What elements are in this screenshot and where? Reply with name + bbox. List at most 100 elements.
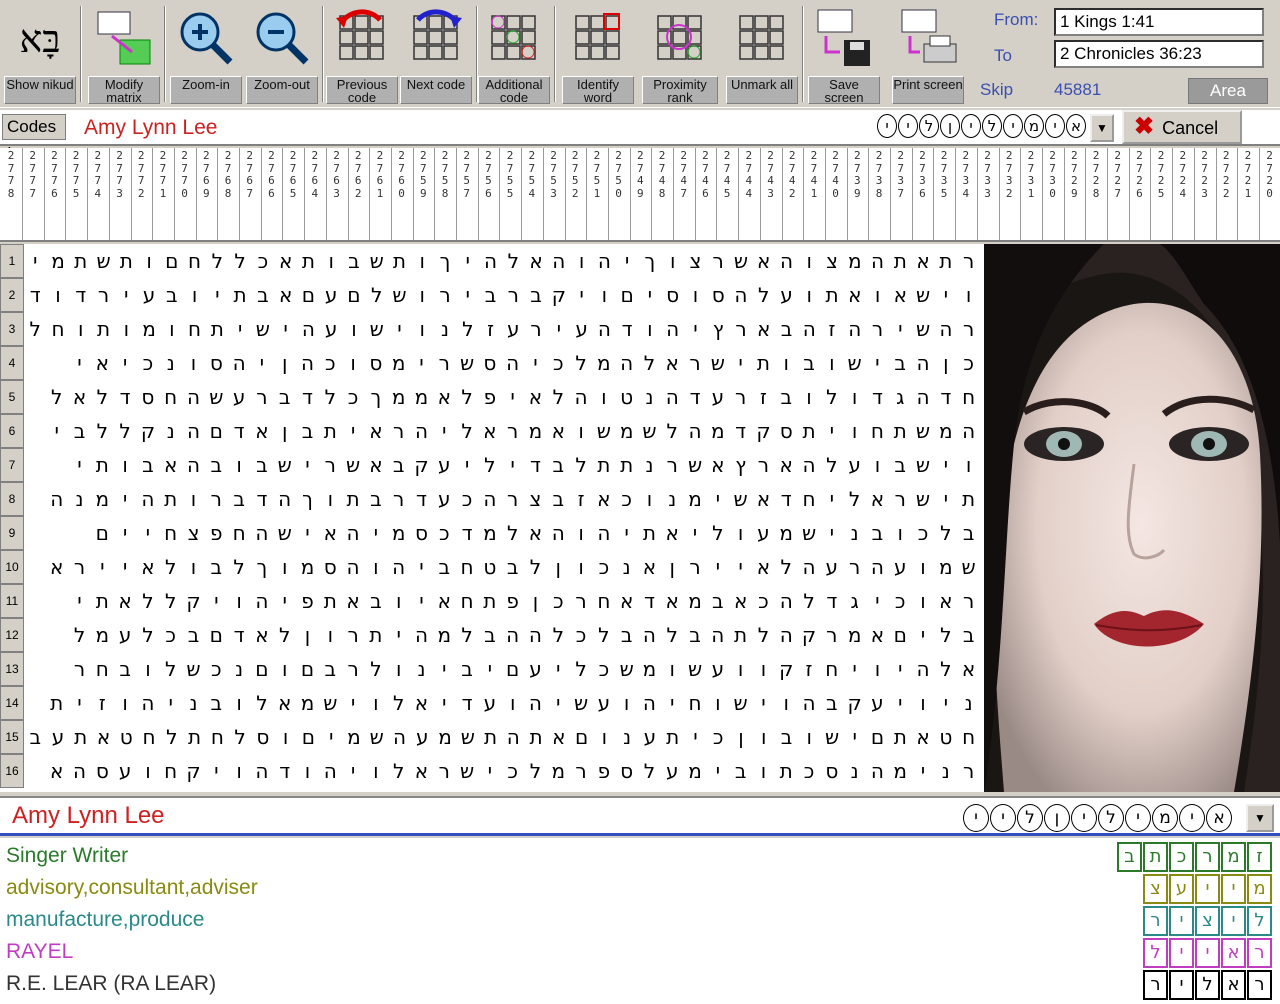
matrix-letter[interactable]: ש	[615, 652, 638, 686]
matrix-letter[interactable]: ה	[137, 686, 160, 720]
to-field[interactable]: 2 Chronicles 36:23	[1054, 40, 1264, 68]
matrix-letter[interactable]: ת	[342, 482, 365, 516]
matrix-letter[interactable]: ם	[297, 720, 320, 754]
matrix-letter[interactable]: ב	[433, 550, 456, 584]
matrix-letter[interactable]: ש	[821, 720, 844, 754]
matrix-letter[interactable]: א	[45, 550, 68, 584]
save-screen-button[interactable]: Save screen	[808, 4, 880, 104]
matrix-letter[interactable]: ש	[638, 414, 661, 448]
matrix-letter[interactable]: ת	[615, 448, 638, 482]
matrix-letter[interactable]: ח	[159, 516, 182, 550]
matrix-letter[interactable]: ל	[365, 278, 388, 312]
matrix-letter[interactable]: י	[889, 686, 912, 720]
matrix-letter[interactable]: ם	[91, 516, 114, 550]
matrix-letter[interactable]: י	[661, 686, 684, 720]
matrix-letter[interactable]: ל	[661, 414, 684, 448]
matrix-letter[interactable]: י	[547, 686, 570, 720]
matrix-letter[interactable]: ט	[115, 720, 138, 754]
matrix-letter[interactable]: ד	[114, 380, 137, 414]
matrix-letter[interactable]: ד	[729, 414, 752, 448]
matrix-letter[interactable]: א	[524, 516, 547, 550]
matrix-letter[interactable]: ה	[524, 618, 547, 652]
matrix-letter[interactable]: ו	[228, 686, 251, 720]
matrix-letter[interactable]: ה	[182, 448, 205, 482]
matrix-letter[interactable]: י	[342, 414, 365, 448]
matrix-letter[interactable]: ד	[228, 618, 251, 652]
matrix-letter[interactable]: י	[616, 244, 639, 278]
matrix-letter[interactable]: ה	[388, 720, 411, 754]
matrix-letter[interactable]: א	[752, 312, 775, 346]
matrix-letter[interactable]: ו	[411, 312, 434, 346]
matrix-letter[interactable]: ת	[206, 312, 229, 346]
matrix-letter[interactable]: א	[274, 278, 297, 312]
matrix-letter[interactable]: נ	[182, 686, 205, 720]
matrix-letter[interactable]: ש	[912, 278, 935, 312]
matrix-letter[interactable]: ב	[820, 686, 843, 720]
matrix-letter[interactable]: ע	[843, 448, 866, 482]
matrix-letter[interactable]: ע	[866, 686, 889, 720]
matrix-letter[interactable]: ע	[752, 516, 775, 550]
matrix-letter[interactable]: ה	[798, 448, 821, 482]
matrix-letter[interactable]: כ	[547, 346, 570, 380]
matrix-letter[interactable]: מ	[138, 312, 161, 346]
matrix-letter[interactable]: א	[866, 618, 889, 652]
matrix-letter[interactable]: ד	[616, 312, 639, 346]
matrix-letter[interactable]: י	[251, 346, 274, 380]
matrix-letter[interactable]: ח	[183, 244, 206, 278]
matrix-letter[interactable]: ן	[273, 346, 296, 380]
matrix-letter[interactable]: י	[68, 448, 91, 482]
matrix-letter[interactable]: י	[501, 448, 524, 482]
matrix-letter[interactable]: ס	[364, 346, 387, 380]
matrix-letter[interactable]: י	[114, 482, 137, 516]
matrix-letter[interactable]: ב	[137, 448, 160, 482]
matrix-letter[interactable]: ב	[547, 482, 570, 516]
matrix-letter[interactable]: ו	[843, 414, 866, 448]
matrix-letter[interactable]: ר	[752, 448, 775, 482]
matrix-letter[interactable]: י	[68, 686, 91, 720]
matrix-letter[interactable]: ע	[433, 482, 456, 516]
matrix-letter[interactable]: ד	[934, 380, 957, 414]
matrix-letter[interactable]: ב	[251, 448, 274, 482]
matrix-letter[interactable]: ם	[570, 720, 593, 754]
matrix-letter[interactable]: י	[934, 448, 957, 482]
matrix-letter[interactable]: כ	[205, 652, 228, 686]
matrix-letter[interactable]: ם	[866, 720, 889, 754]
matrix-letter[interactable]: ל	[570, 448, 593, 482]
matrix-letter[interactable]: א	[638, 550, 661, 584]
matrix-letter[interactable]: ל	[159, 550, 182, 584]
matrix-letter[interactable]: נ	[638, 380, 661, 414]
matrix-letter[interactable]: ע	[114, 618, 137, 652]
matrix-letter[interactable]: ת	[319, 584, 342, 618]
matrix-letter[interactable]: י	[229, 312, 252, 346]
matrix-letter[interactable]: ב	[775, 380, 798, 414]
matrix-letter[interactable]: נ	[957, 686, 980, 720]
matrix-letter[interactable]: י	[410, 584, 433, 618]
matrix-letter[interactable]: ש	[684, 448, 707, 482]
matrix-letter[interactable]: י	[820, 482, 843, 516]
matrix-letter[interactable]: י	[639, 278, 662, 312]
matrix-letter[interactable]: ל	[570, 652, 593, 686]
matrix-letter[interactable]: ז	[798, 652, 821, 686]
matrix-letter[interactable]: ו	[570, 550, 593, 584]
matrix-letter[interactable]: ו	[570, 516, 593, 550]
matrix-letter[interactable]: ל	[160, 720, 183, 754]
matrix-letter[interactable]: ו	[183, 278, 206, 312]
previous-code-button[interactable]: Previous code	[326, 4, 398, 104]
matrix-letter[interactable]: מ	[934, 414, 957, 448]
matrix-letter[interactable]: י	[433, 414, 456, 448]
matrix-letter[interactable]: י	[934, 482, 957, 516]
matrix-letter[interactable]: א	[592, 482, 615, 516]
matrix-letter[interactable]: א	[251, 414, 274, 448]
matrix-letter[interactable]: ל	[478, 448, 501, 482]
zoom-in-button[interactable]: Zoom-in	[170, 4, 242, 104]
matrix-letter[interactable]: י	[205, 754, 228, 788]
matrix-letter[interactable]: ו	[114, 448, 137, 482]
matrix-letter[interactable]: ה	[296, 346, 319, 380]
matrix-letter[interactable]: ע	[411, 720, 434, 754]
matrix-letter[interactable]: ת	[364, 618, 387, 652]
matrix-letter[interactable]: א	[274, 244, 297, 278]
matrix-letter[interactable]: ו	[775, 346, 798, 380]
matrix-letter[interactable]: כ	[889, 584, 912, 618]
matrix-letter[interactable]: י	[68, 346, 91, 380]
matrix-letter[interactable]: נ	[638, 448, 661, 482]
